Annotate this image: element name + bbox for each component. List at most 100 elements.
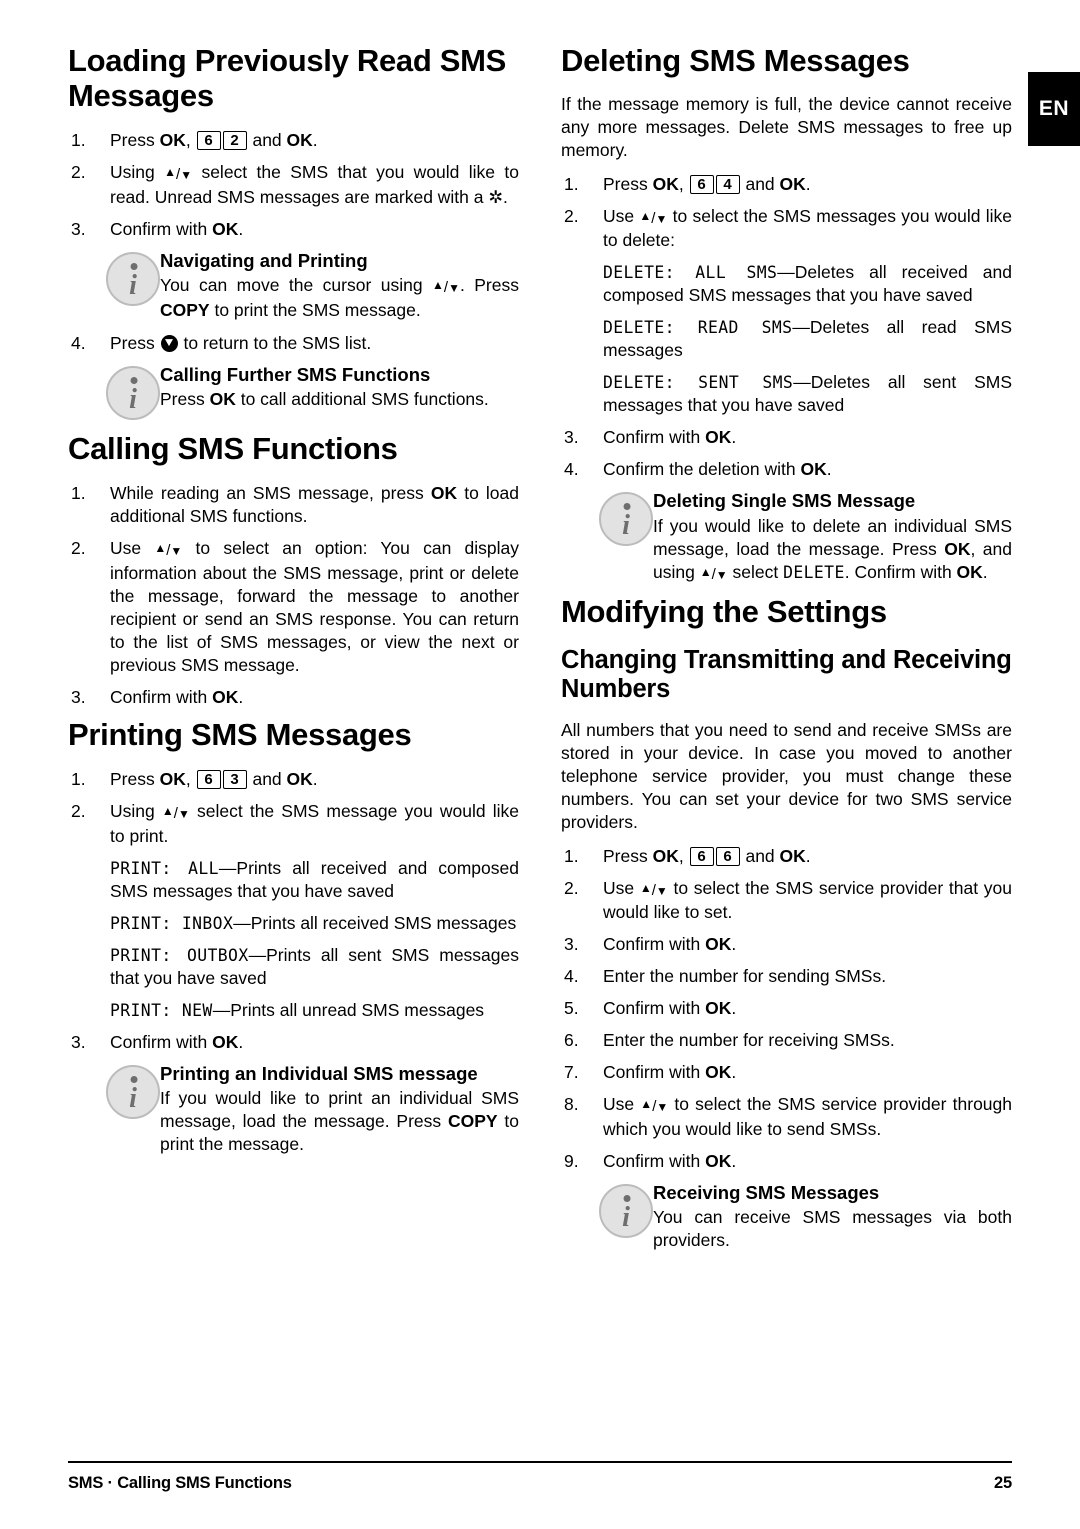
key-6-second: 6 (715, 846, 740, 866)
step-text: Confirm the deletion with OK. (603, 459, 832, 480)
step-text: Use ▲/▼ to select an option: You can dis… (110, 538, 520, 675)
heading-calling-sms-functions: Calling SMS Functions (68, 430, 398, 466)
list-item: 1. Press OK, 62 and OK. (68, 129, 519, 152)
lcd-label: DELETE (783, 562, 845, 582)
step-number: 3. (71, 218, 86, 239)
step-text: Enter the number for receiving SMSs. (603, 1030, 895, 1051)
step-text: Confirm with OK. (110, 218, 244, 239)
list-item: 2. Use ▲/▼ to select the SMS messages yo… (561, 205, 1012, 252)
step-number: 1. (71, 130, 86, 151)
key-2: 2 (222, 131, 247, 151)
info-note-printing-individual-sms: i Printing an Individual SMS message If … (68, 1063, 519, 1157)
step-text: Confirm with OK. (110, 1031, 244, 1052)
list-item: 6. Enter the number for receiving SMSs. (561, 1029, 1012, 1052)
step-text: Confirm with OK. (603, 427, 737, 448)
info-icon: i (106, 1064, 160, 1119)
step-number: 8. (564, 1094, 579, 1115)
manual-page: EN Loading Previously Read SMS Messages … (0, 0, 1080, 1529)
option-delete-read-sms: DELETE: READ SMS—Deletes all read SMS me… (603, 317, 1012, 361)
subheading-changing-transmitting-receiving-numbers: Changing Transmitting and Receiving Numb… (561, 645, 1012, 704)
info-note-receiving-sms-messages: i Receiving SMS Messages You can receive… (561, 1182, 1012, 1253)
steps-calling-sms-functions: 1. While reading an SMS message, press O… (68, 482, 519, 708)
list-item: 2. Using ▲/▼ select the SMS message you … (68, 800, 519, 847)
option-print-all: PRINT: ALL—Prints all received and compo… (110, 857, 519, 901)
step-number: 1. (564, 173, 579, 194)
steps-deleting-continued: 3. Confirm with OK. 4. Confirm the delet… (561, 426, 1012, 481)
lcd-label: DELETE: SENT SMS (603, 373, 794, 393)
heading-deleting-sms-messages: Deleting SMS Messages (561, 43, 910, 78)
list-item: 3. Confirm with OK. (561, 933, 1012, 956)
info-icon: i (599, 492, 653, 547)
option-print-inbox: PRINT: INBOX—Prints all received SMS mes… (110, 912, 517, 933)
step-number: 4. (564, 966, 579, 987)
key-4: 4 (715, 174, 740, 194)
intro-paragraph-modifying: All numbers that you need to send and re… (561, 719, 1012, 832)
info-note-navigating-and-printing: i Navigating and Printing You can move t… (68, 250, 519, 322)
step-number: 2. (71, 538, 86, 559)
key-6: 6 (689, 846, 714, 866)
list-item: 3. Confirm with OK. (68, 1031, 519, 1054)
footer-page-number: 25 (994, 1474, 1012, 1492)
steps-loading-previously-read-sms: 1. Press OK, 62 and OK. 2. Using ▲/▼ sel… (68, 129, 519, 240)
step-number: 3. (71, 686, 86, 707)
steps-loading-continued: 4. Press to return to the SMS list. (68, 332, 519, 355)
step-text: Use ▲/▼ to select the SMS messages you w… (603, 205, 1012, 251)
step-number: 3. (564, 427, 579, 448)
step-text: Press OK, 62 and OK. (110, 130, 318, 151)
info-icon: i (106, 251, 160, 306)
step-number: 2. (564, 877, 579, 898)
intro-paragraph-deleting: If the message memory is full, the devic… (561, 93, 1012, 160)
list-item: 3. Confirm with OK. (561, 426, 1012, 449)
step-number: 2. (564, 205, 579, 226)
page-footer: SMS · Calling SMS Functions 25 (68, 1461, 1012, 1493)
step-number: 3. (71, 1031, 86, 1052)
up-down-arrows-icon: ▲/▼ (164, 165, 193, 184)
list-item: 3. Confirm with OK. (68, 218, 519, 241)
note-body: Press OK to call additional SMS function… (160, 389, 489, 410)
up-down-arrows-icon: ▲/▼ (432, 278, 460, 297)
steps-changing-numbers: 1. Press OK, 66 and OK. 2. Use ▲/▼ to se… (561, 845, 1012, 1173)
language-tab: EN (1028, 72, 1080, 146)
up-down-arrows-icon: ▲/▼ (640, 1097, 669, 1116)
list-item: 4. Confirm the deletion with OK. (561, 458, 1012, 481)
step-number: 9. (564, 1150, 579, 1171)
step-text: Enter the number for sending SMSs. (603, 966, 887, 987)
step-text: Press OK, 63 and OK. (110, 769, 318, 790)
note-body: You can move the cursor using ▲/▼. Press… (160, 275, 519, 320)
steps-printing-continued: 3. Confirm with OK. (68, 1031, 519, 1054)
list-item: 1. Press OK, 64 and OK. (561, 173, 1012, 196)
up-down-arrows-icon: ▲/▼ (161, 804, 190, 823)
step-text: Confirm with OK. (603, 1150, 737, 1171)
list-item: 1. While reading an SMS message, press O… (68, 482, 519, 528)
option-delete-sent-sms: DELETE: SENT SMS—Deletes all sent SMS me… (603, 372, 1012, 416)
step-number: 1. (71, 769, 86, 790)
list-item: 1. Press OK, 66 and OK. (561, 845, 1012, 868)
list-item: 4. Press to return to the SMS list. (68, 332, 519, 355)
list-item: 2. Use ▲/▼ to select an option: You can … (68, 537, 519, 676)
step-number: 5. (564, 998, 579, 1019)
step-number: 4. (71, 332, 86, 353)
key-6: 6 (196, 131, 221, 151)
heading-loading-previously-read-sms: Loading Previously Read SMS Messages (68, 43, 507, 113)
info-note-deleting-single-sms: i Deleting Single SMS Message If you wou… (561, 490, 1012, 585)
step-text: Confirm with OK. (603, 1062, 737, 1083)
key-6: 6 (689, 174, 714, 194)
up-down-arrows-icon: ▲/▼ (699, 564, 728, 583)
step-number: 2. (71, 801, 86, 822)
note-title: Receiving SMS Messages (653, 1181, 880, 1203)
list-item: 9. Confirm with OK. (561, 1150, 1012, 1173)
step-text: Confirm with OK. (603, 934, 737, 955)
note-body: If you would like to print an individual… (160, 1088, 519, 1155)
step-text: Confirm with OK. (603, 998, 737, 1019)
step-text: Press OK, 64 and OK. (603, 173, 811, 194)
step-text: Use ▲/▼ to select the SMS service provid… (603, 1094, 1012, 1139)
list-item: 2. Use ▲/▼ to select the SMS service pro… (561, 877, 1012, 924)
two-column-body: Loading Previously Read SMS Messages 1. … (68, 43, 1012, 1262)
option-print-outbox: PRINT: OUTBOX—Prints all sent SMS messag… (110, 944, 520, 988)
list-item: 7. Confirm with OK. (561, 1061, 1012, 1084)
step-number: 1. (564, 845, 579, 866)
heading-printing-sms-messages: Printing SMS Messages (68, 716, 412, 752)
list-item: 4. Enter the number for sending SMSs. (561, 965, 1012, 988)
note-body: You can receive SMS messages via both pr… (653, 1207, 1012, 1251)
note-title: Deleting Single SMS Message (653, 490, 916, 512)
